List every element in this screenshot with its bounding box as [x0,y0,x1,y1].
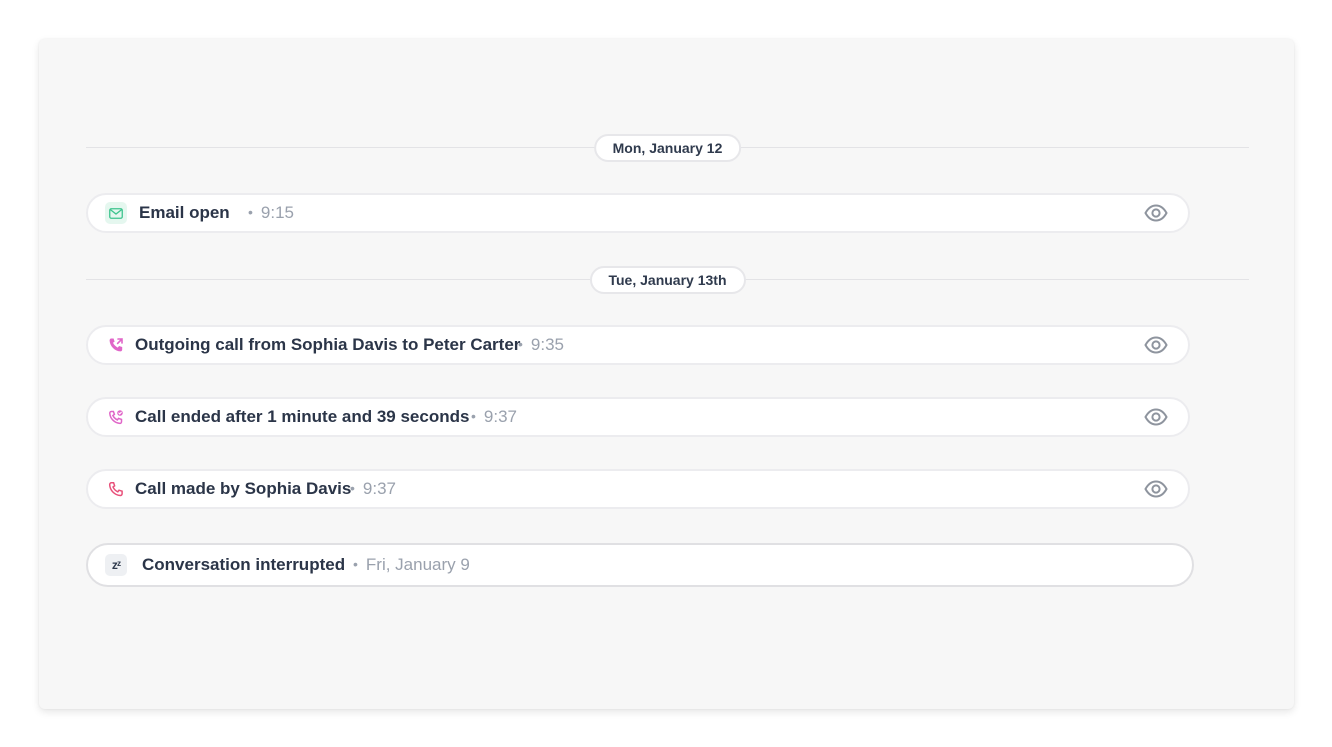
separator-dot: • [350,480,355,496]
date-divider: Tue, January 13th [86,266,1249,294]
timeline-event-email-open[interactable]: Email open • 9:15 [86,193,1190,233]
timeline-event-outgoing-call[interactable]: Outgoing call from Sophia Davis to Peter… [86,325,1190,365]
separator-dot: • [518,336,523,352]
view-icon[interactable] [1144,336,1168,354]
event-time-value: 9:15 [260,203,294,222]
separator-dot: • [353,556,358,572]
event-time: • 9:35 [518,335,564,355]
event-label: Conversation interrupted [142,555,346,574]
event-label: Outgoing call from Sophia Davis to Peter… [135,335,521,354]
call-ended-icon [105,406,127,428]
event-time-value: 9:35 [530,335,564,354]
event-time: • Fri, January 9 [353,555,470,575]
phone-icon [105,478,127,500]
event-time: • 9:37 [350,479,396,499]
event-time-value: 9:37 [362,479,396,498]
event-label: Call ended after 1 minute and 39 seconds [135,407,470,426]
timeline-event-call-made[interactable]: Call made by Sophia Davis • 9:37 [86,469,1190,509]
view-icon[interactable] [1144,204,1168,222]
snooze-icon: zᶻ [105,554,127,576]
date-pill: Tue, January 13th [589,266,746,294]
event-time: • 9:37 [471,407,517,427]
event-time-value: Fri, January 9 [365,555,470,574]
date-pill: Mon, January 12 [593,134,742,162]
separator-dot: • [248,204,253,220]
event-time-value: 9:37 [483,407,517,426]
email-icon [105,202,127,224]
view-icon[interactable] [1144,480,1168,498]
timeline-event-call-ended[interactable]: Call ended after 1 minute and 39 seconds… [86,397,1190,437]
activity-timeline-panel: Mon, January 12 Email open • 9:15 Tue, Ja… [39,39,1294,709]
event-label: Email open [139,203,230,222]
outgoing-call-icon [105,334,127,356]
date-divider: Mon, January 12 [86,134,1249,162]
separator-dot: • [471,408,476,424]
event-label: Call made by Sophia Davis [135,479,352,498]
event-time: • 9:15 [248,203,294,223]
timeline-event-conversation-interrupted[interactable]: zᶻ Conversation interrupted • Fri, Januar… [86,543,1194,587]
view-icon[interactable] [1144,408,1168,426]
